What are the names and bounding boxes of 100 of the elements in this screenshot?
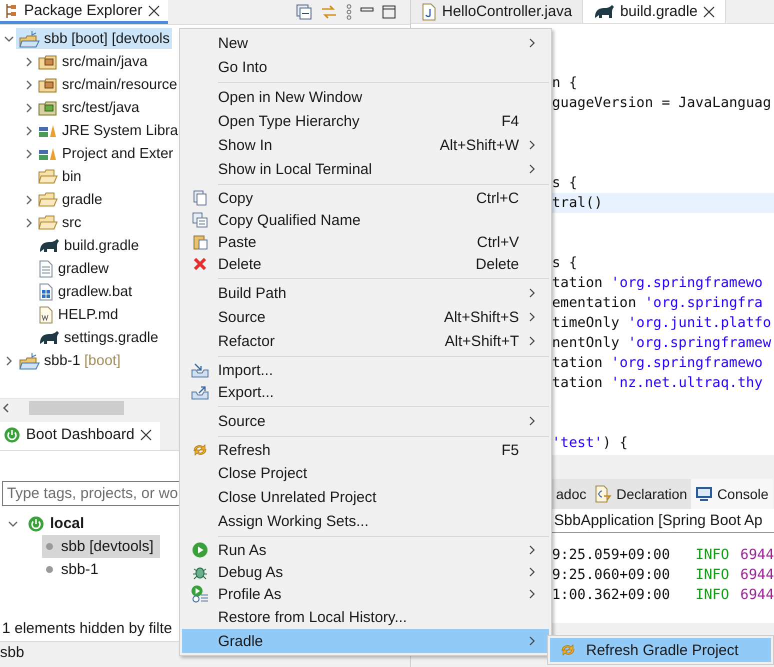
editor-tab[interactable]: HelloController.java [411,0,584,23]
menu-item[interactable]: Close Unrelated Project [182,485,549,509]
package-folder-icon [38,76,58,92]
menu-item[interactable]: Gradle [182,629,549,653]
document-file-icon [38,306,54,324]
menu-item[interactable]: Open Type Hierarchy F4 [182,109,549,133]
clipboard-icon [192,234,208,250]
menu-item[interactable]: Import... [182,359,549,381]
elephant-icon [38,238,60,254]
view-tab[interactable]: Console [691,479,773,509]
text-file-icon [38,260,54,278]
tree-item[interactable]: local [50,515,84,532]
menu-item[interactable]: Copy Ctrl+C [182,187,549,209]
tree-item[interactable]: settings.gradle [36,327,160,348]
maximize-icon[interactable] [382,5,396,19]
status-dot [46,543,53,550]
menu-item[interactable]: Build Path [182,281,549,305]
refresh-icon [191,442,209,458]
package-folder-icon [38,100,58,116]
menu-item[interactable]: Assign Working Sets... [182,509,549,533]
close-icon[interactable] [148,4,160,16]
code-line: s { [552,254,578,273]
declaration-icon [594,485,612,503]
code-line: guageVersion = JavaLanguag [552,94,772,113]
tree-item[interactable]: bin [36,166,84,187]
tree-item[interactable]: src/main/java [36,51,150,72]
view-tab[interactable]: Package Explorer [0,0,168,24]
import-icon [191,362,209,378]
code-line: 'test') { [552,434,629,453]
tree-item[interactable]: sbb [boot] [devtools [16,28,172,49]
console-title: SbbApplication [Spring Boot Ap [554,512,762,529]
menu-item[interactable]: Copy Qualified Name [182,209,549,231]
code-line: timeOnly 'org.junit.platfo [552,314,772,333]
folder-icon [38,168,58,184]
profile-icon [191,585,209,603]
package-folder-icon [38,54,58,70]
menu-item[interactable]: Open in New Window [182,85,549,109]
menu-item[interactable]: Source [182,409,549,433]
shortcut-text: Alt+Shift+T [444,332,519,350]
view-tab[interactable]: adoc [552,479,590,509]
collapse-all-icon[interactable] [296,4,312,20]
menu-item[interactable]: Refactor Alt+Shift+T [182,329,549,353]
editor-tab[interactable]: build.gradle [583,0,726,23]
menu-item[interactable]: Show in Local Terminal [182,157,549,181]
folder-icon [38,192,58,208]
menu-item[interactable]: Paste Ctrl+V [182,231,549,253]
menu-item[interactable]: Restore from Local History... [182,605,549,629]
menu-item[interactable]: Go Into [182,55,549,79]
tree-item[interactable]: build.gradle [36,235,141,256]
view-tab[interactable]: Declaration [590,479,692,509]
scrollbar-thumb[interactable] [29,400,124,414]
menu-item[interactable]: Run As [182,539,549,561]
menu-item[interactable]: Delete Delete [182,253,549,275]
menu-item[interactable]: Refresh F5 [182,439,549,461]
menu-item[interactable]: Refresh Gradle Project [550,638,771,662]
package-tree-icon [4,2,18,18]
refresh-icon [559,642,577,658]
windows-file-icon [38,282,54,300]
tree-item[interactable]: gradlew [36,258,111,279]
shortcut-text: Delete [476,256,519,272]
project-folder-icon [18,30,40,48]
shortcut-text: F5 [501,442,519,458]
monitor-icon [695,486,714,502]
log-line: 9:25.060+09:00 INFO 6944 [552,566,774,585]
elephant-icon [38,330,60,346]
menu-item[interactable]: Debug As [182,561,549,583]
tree-item[interactable]: JRE System Libra [36,120,180,141]
code-line: ementation 'org.springfra [552,294,764,313]
code-line: tation 'nz.net.ultraq.thy [552,374,764,393]
menu-item[interactable]: Close Project [182,461,549,485]
tree-item[interactable]: sbb [devtools] [42,535,160,558]
tree-item[interactable]: HELP.md [36,304,120,325]
folder-icon [38,214,58,230]
project-folder-icon [18,352,40,370]
close-icon[interactable] [140,428,152,440]
menu-item[interactable]: New [182,31,549,55]
tree-item[interactable]: src [36,212,84,233]
menu-item[interactable]: Profile As [182,583,549,605]
tree-item[interactable]: gradlew.bat [36,281,134,302]
menu-item[interactable]: Source Alt+Shift+S [182,305,549,329]
tree-item[interactable]: src/test/java [36,97,142,118]
menu-item[interactable]: Export... [182,381,549,403]
shortcut-text: Ctrl+V [476,234,519,250]
delete-icon [192,256,208,272]
copy-icon [192,212,208,228]
tree-item[interactable]: sbb-1 [boot] [16,350,123,371]
status-dot [46,566,53,573]
export-icon [191,384,209,400]
tree-item[interactable]: Project and Exter [36,143,176,164]
tree-item[interactable]: sbb-1 [42,558,105,581]
log-line: 1:00.362+09:00 INFO 6944 [552,586,774,605]
close-icon[interactable] [702,6,715,18]
tree-item[interactable]: gradle [36,189,104,210]
kebab-menu-icon[interactable] [346,4,352,20]
view-tab[interactable]: Boot Dashboard [0,422,160,450]
play-icon [192,542,208,558]
tree-item[interactable]: src/main/resource [36,74,180,95]
menu-item[interactable]: Show In Alt+Shift+W [182,133,549,157]
code-line: s { [552,174,578,193]
shortcut-text: Ctrl+C [476,190,519,206]
